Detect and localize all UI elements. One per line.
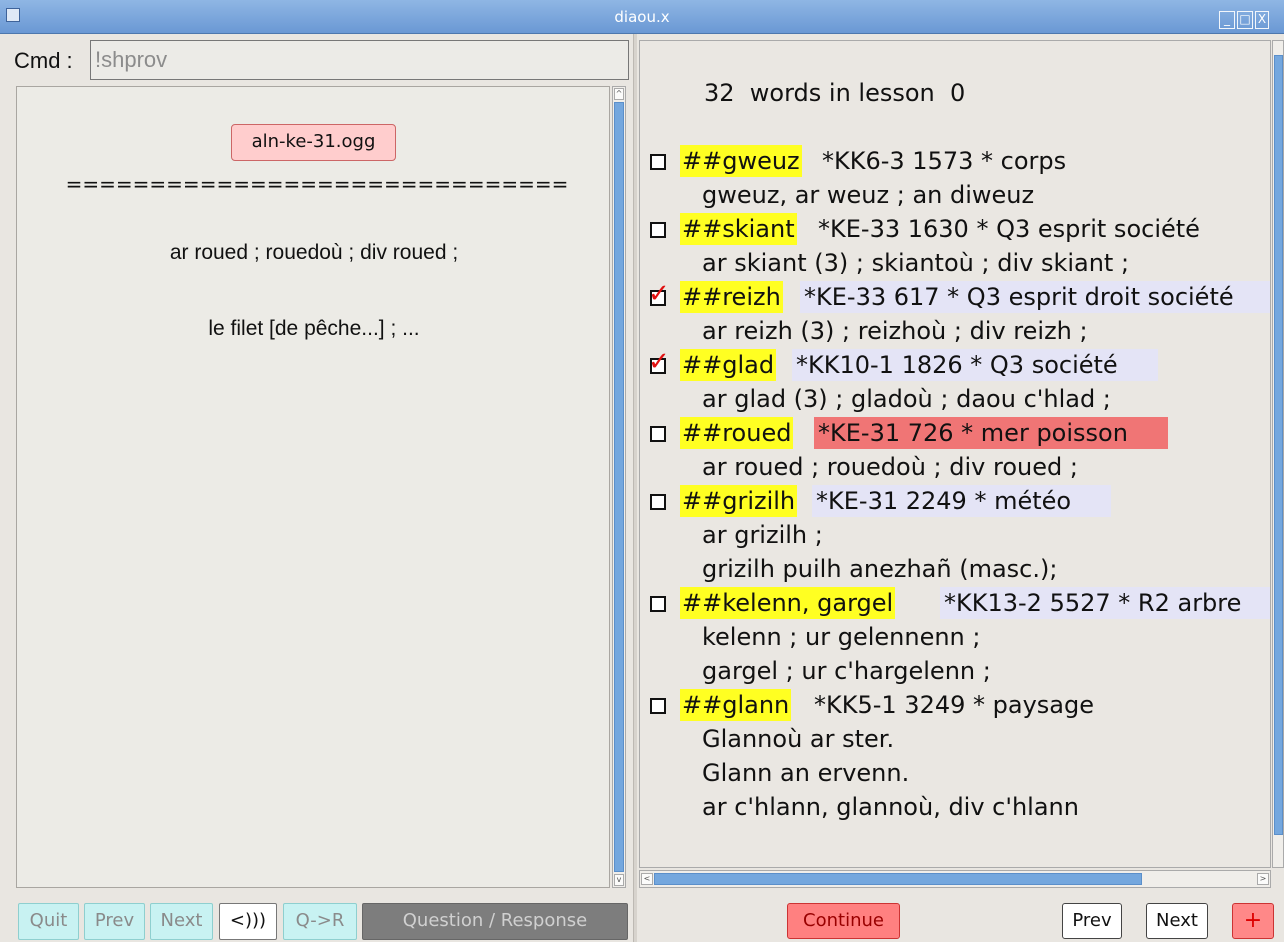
entry-keyword[interactable]: ##grizilh bbox=[680, 485, 798, 517]
entry-line: grizilh puilh anezhañ (masc.); bbox=[702, 555, 1058, 583]
entry-header: ##glann *KK5-1 3249 * paysage bbox=[640, 689, 1270, 723]
play-audio-button[interactable]: <))) bbox=[219, 903, 277, 940]
entry-line: kelenn ; ur gelennenn ; bbox=[702, 623, 981, 651]
question-vertical-scrollbar[interactable]: ^ v bbox=[612, 86, 626, 888]
question-panel: aln-ke-31.ogg ==========================… bbox=[16, 86, 610, 888]
entry-header: ##skiant *KE-33 1630 * Q3 esprit société bbox=[640, 213, 1270, 247]
entry-checkbox[interactable] bbox=[650, 154, 666, 170]
lesson-panel: 32 words in lesson 0 ##gweuz *KK6-3 1573… bbox=[639, 40, 1271, 868]
scroll-right-icon[interactable]: > bbox=[1257, 873, 1269, 885]
entry-meta: *KE-31 2249 * météo bbox=[812, 485, 1112, 517]
next-button-right[interactable]: Next bbox=[1146, 903, 1208, 939]
entry-header: ✓ ##glad *KK10-1 1826 * Q3 société bbox=[640, 347, 1270, 383]
entry-keyword[interactable]: ##glann bbox=[680, 689, 792, 721]
scroll-up-icon[interactable]: ^ bbox=[614, 88, 624, 100]
pane-splitter[interactable] bbox=[633, 34, 637, 942]
entry-checkbox[interactable] bbox=[650, 698, 666, 714]
q-to-r-button[interactable]: Q->R bbox=[283, 903, 357, 940]
entry-checkbox[interactable] bbox=[650, 426, 666, 442]
scroll-thumb[interactable] bbox=[614, 102, 624, 872]
checkmark-icon: ✓ bbox=[648, 347, 670, 377]
entry-header: ##grizilh *KE-31 2249 * météo bbox=[640, 485, 1270, 519]
cmd-label: Cmd : bbox=[14, 48, 73, 73]
lesson-vertical-scrollbar[interactable] bbox=[1272, 40, 1284, 868]
close-icon[interactable]: X bbox=[1255, 11, 1269, 29]
title-bar: diaou.x _ □ X bbox=[0, 0, 1284, 34]
entry-keyword[interactable]: ##reizh bbox=[680, 281, 783, 313]
checkmark-icon: ✓ bbox=[648, 279, 670, 309]
entry-line: Glannoù ar ster. bbox=[702, 725, 895, 753]
add-button[interactable]: + bbox=[1232, 903, 1274, 939]
lesson-horizontal-scrollbar[interactable]: < > bbox=[639, 870, 1271, 888]
entry-line: ar roued ; rouedoù ; div roued ; bbox=[702, 453, 1078, 481]
audio-file-button[interactable]: aln-ke-31.ogg bbox=[231, 124, 396, 161]
entry-meta: *KK10-1 1826 * Q3 société bbox=[792, 349, 1158, 381]
prev-button-left[interactable]: Prev bbox=[84, 903, 145, 940]
entry-keyword[interactable]: ##gweuz bbox=[680, 145, 802, 177]
entry-header: ##roued *KE-31 726 * mer poisson bbox=[640, 417, 1270, 451]
entry-header: ##gweuz *KK6-3 1573 * corps bbox=[640, 145, 1270, 179]
continue-button[interactable]: Continue bbox=[787, 903, 900, 939]
window-title: diaou.x bbox=[614, 8, 670, 26]
question-text-line1: ar roued ; rouedoù ; div roued ; bbox=[169, 241, 459, 264]
entry-keyword[interactable]: ##roued bbox=[680, 417, 794, 449]
question-text-line2: le filet [de pêche...] ; ... bbox=[208, 317, 420, 340]
entry-line: ar glad (3) ; gladoù ; daou c'hlad ; bbox=[702, 385, 1111, 413]
entry-header: ✓ ##reizh *KE-33 617 * Q3 esprit droit s… bbox=[640, 279, 1270, 315]
entry-line: gargel ; ur c'hargelenn ; bbox=[702, 657, 991, 685]
quit-button[interactable]: Quit bbox=[18, 903, 79, 940]
entry-meta: *KK13-2 5527 * R2 arbre bbox=[940, 587, 1270, 619]
cmd-input[interactable]: !shprov bbox=[90, 40, 629, 80]
lesson-word-count: 32 words in lesson 0 bbox=[704, 79, 966, 107]
entry-keyword[interactable]: ##glad bbox=[680, 349, 777, 381]
scroll-thumb[interactable] bbox=[1274, 55, 1283, 835]
entry-line: ar grizilh ; bbox=[702, 521, 823, 549]
entry-line: ar skiant (3) ; skiantoù ; div skiant ; bbox=[702, 249, 1130, 277]
scroll-thumb[interactable] bbox=[654, 873, 1142, 885]
entry-line: ar c'hlann, glannoù, div c'hlann bbox=[702, 793, 1079, 821]
entry-line: Glann an ervenn. bbox=[702, 759, 910, 787]
scroll-left-icon[interactable]: < bbox=[641, 873, 653, 885]
entry-checkbox[interactable] bbox=[650, 494, 666, 510]
minimize-icon[interactable]: _ bbox=[1219, 11, 1235, 29]
entry-line: gweuz, ar weuz ; an diweuz bbox=[702, 181, 1035, 209]
separator-line: ============================== bbox=[65, 172, 569, 196]
entry-header: ##kelenn, gargel *KK13-2 5527 * R2 arbre bbox=[640, 587, 1270, 621]
prev-button-right[interactable]: Prev bbox=[1062, 903, 1122, 939]
entry-meta: *KK5-1 3249 * paysage bbox=[814, 691, 1094, 719]
entry-checkbox[interactable] bbox=[650, 222, 666, 238]
entry-meta: *KE-33 617 * Q3 esprit droit société bbox=[800, 281, 1270, 313]
entry-meta: *KE-31 726 * mer poisson bbox=[814, 417, 1168, 449]
entry-meta: *KK6-3 1573 * corps bbox=[822, 147, 1067, 175]
entry-line: ar reizh (3) ; reizhoù ; div reizh ; bbox=[702, 317, 1088, 345]
scroll-down-icon[interactable]: v bbox=[614, 874, 624, 886]
question-response-button[interactable]: Question / Response bbox=[362, 903, 628, 940]
maximize-icon[interactable]: □ bbox=[1237, 11, 1253, 29]
entry-checkbox[interactable] bbox=[650, 596, 666, 612]
entry-keyword[interactable]: ##kelenn, gargel bbox=[680, 587, 896, 619]
entry-keyword[interactable]: ##skiant bbox=[680, 213, 797, 245]
next-button-left[interactable]: Next bbox=[150, 903, 213, 940]
entry-meta: *KE-33 1630 * Q3 esprit société bbox=[818, 215, 1200, 243]
